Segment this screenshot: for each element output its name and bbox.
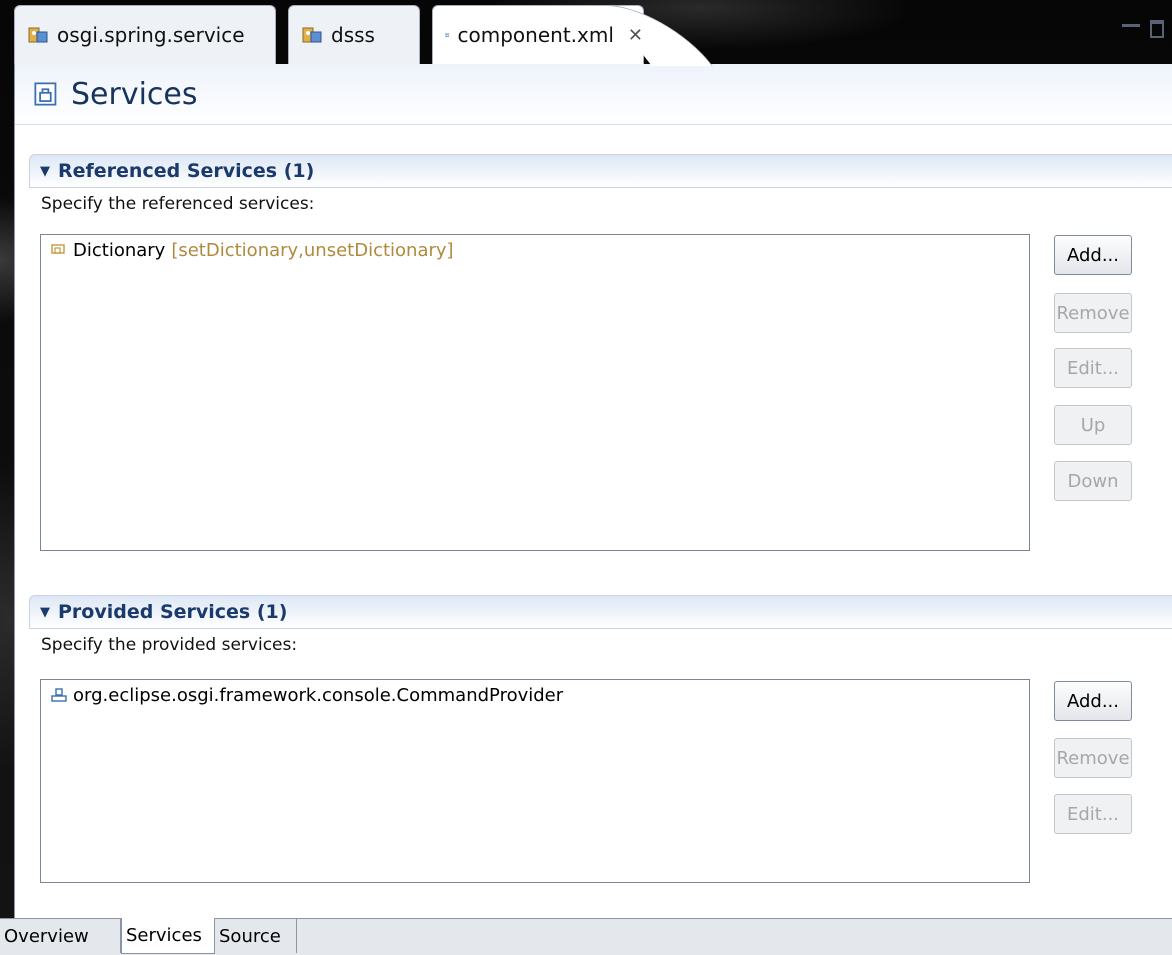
reference-icon <box>51 244 65 254</box>
edit-provided-button[interactable]: Edit... <box>1054 794 1132 834</box>
component-file-icon <box>445 32 450 38</box>
provided-services-header[interactable]: ▼ Provided Services (1) <box>29 595 1172 629</box>
plugin-icon <box>28 27 48 43</box>
component-file-icon <box>34 82 57 106</box>
tab-osgi-spring-service[interactable]: osgi.spring.service <box>14 5 276 64</box>
remove-reference-button[interactable]: Remove <box>1054 293 1132 333</box>
plugin-icon <box>302 27 322 43</box>
tab-label: dsss <box>331 23 375 47</box>
editor-page-tabs: Overview Services Source <box>0 918 1172 955</box>
close-icon[interactable]: ✕ <box>628 25 643 46</box>
tab-source[interactable]: Source <box>215 919 297 953</box>
section-title: Provided Services (1) <box>58 601 288 623</box>
referenced-services-header[interactable]: ▼ Referenced Services (1) <box>29 154 1172 188</box>
tab-dsss[interactable]: dsss <box>288 5 420 64</box>
up-button[interactable]: Up <box>1054 405 1132 445</box>
page-title: Services <box>71 76 198 112</box>
provided-services-section: ▼ Provided Services (1) Specify the prov… <box>29 595 1172 935</box>
referenced-services-section: ▼ Referenced Services (1) Specify the re… <box>29 154 1172 584</box>
add-provided-button[interactable]: Add... <box>1054 681 1132 721</box>
list-item[interactable]: Dictionary [setDictionary,unsetDictionar… <box>41 235 1029 265</box>
tab-overview[interactable]: Overview <box>0 919 121 953</box>
window-controls <box>1122 20 1164 38</box>
collapse-triangle-icon[interactable]: ▼ <box>40 605 50 620</box>
tab-services[interactable]: Services <box>121 918 215 954</box>
tab-component-xml[interactable]: component.xml ✕ <box>432 5 644 64</box>
service-name: Dictionary <box>73 239 166 261</box>
section-description: Specify the provided services: <box>41 635 298 655</box>
referenced-services-list[interactable]: Dictionary [setDictionary,unsetDictionar… <box>40 234 1030 551</box>
provided-services-list[interactable]: org.eclipse.osgi.framework.console.Comma… <box>40 679 1030 883</box>
provide-icon <box>51 688 67 702</box>
minimize-icon[interactable] <box>1122 24 1140 27</box>
editor-tab-bar: osgi.spring.service dsss component.xml ✕ <box>0 0 1172 64</box>
edit-reference-button[interactable]: Edit... <box>1054 348 1132 388</box>
page-header: Services <box>15 64 1172 125</box>
down-button[interactable]: Down <box>1054 461 1132 501</box>
remove-provided-button[interactable]: Remove <box>1054 738 1132 778</box>
service-name: org.eclipse.osgi.framework.console.Comma… <box>73 684 564 706</box>
section-title: Referenced Services (1) <box>58 160 315 182</box>
services-editor-page: Services ▼ Referenced Services (1) Speci… <box>14 64 1172 936</box>
section-description: Specify the referenced services: <box>41 194 315 214</box>
maximize-icon[interactable] <box>1150 20 1164 38</box>
collapse-triangle-icon[interactable]: ▼ <box>40 164 50 179</box>
tab-label: osgi.spring.service <box>57 23 245 47</box>
tab-label: component.xml <box>457 23 614 47</box>
service-bind-methods: [setDictionary,unsetDictionary] <box>171 239 454 261</box>
list-item[interactable]: org.eclipse.osgi.framework.console.Comma… <box>41 680 1029 710</box>
add-reference-button[interactable]: Add... <box>1054 235 1132 275</box>
